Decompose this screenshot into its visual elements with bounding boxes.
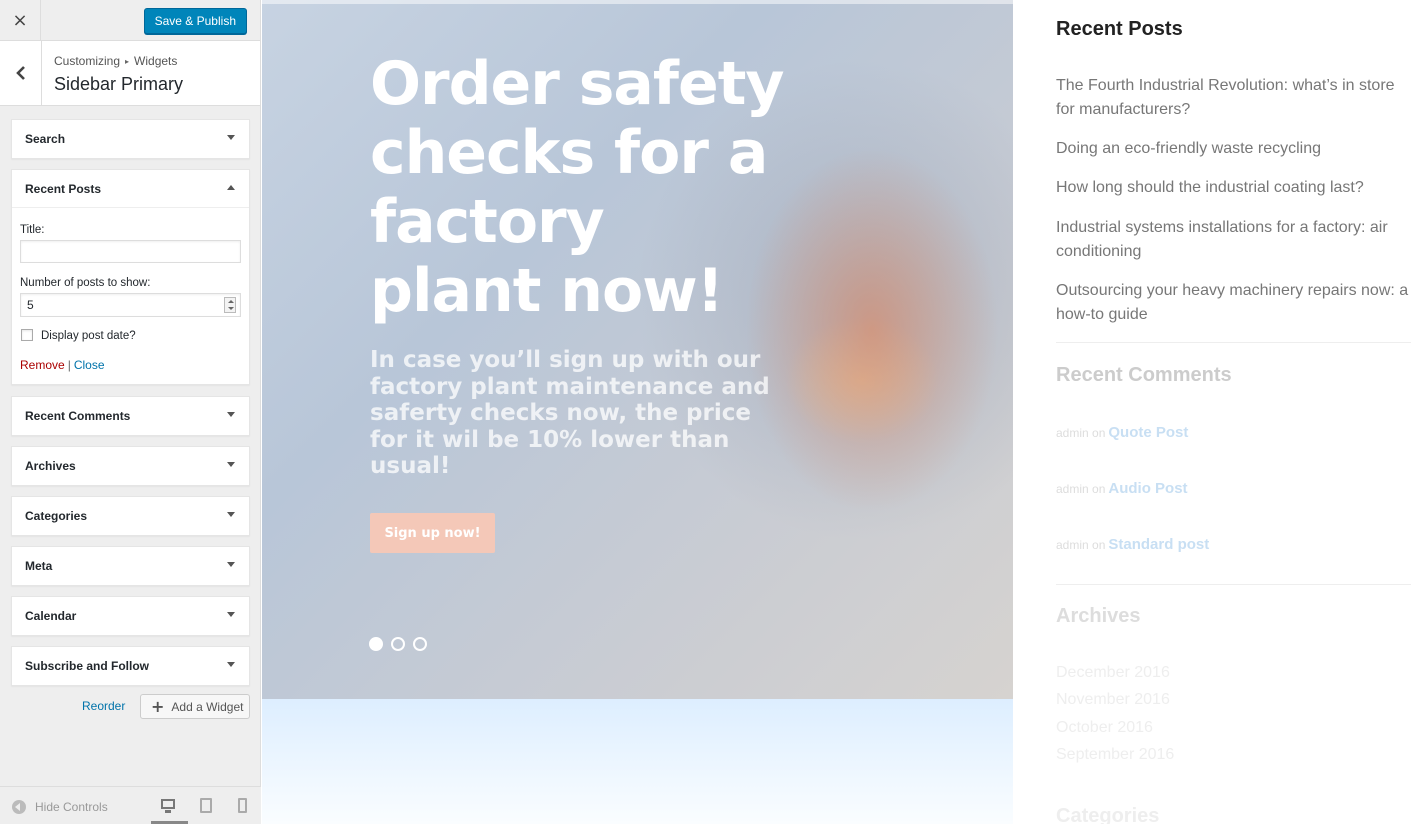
- expand-arrow-icon[interactable]: [227, 662, 235, 667]
- comment-author: admin: [1056, 426, 1089, 440]
- recent-post-link[interactable]: Outsourcing your heavy machinery repairs…: [1056, 279, 1411, 326]
- panel-header: Customizing ▸ Widgets Sidebar Primary: [0, 41, 260, 106]
- expand-arrow-icon[interactable]: [227, 412, 235, 417]
- display-date-checkbox[interactable]: [21, 329, 33, 341]
- link-separator: |: [67, 358, 71, 372]
- hero-title: Order safety checks for a factory plant …: [370, 49, 785, 326]
- recent-comment: admin on Quote Post: [1056, 424, 1188, 441]
- comment-author: admin: [1056, 538, 1089, 552]
- title-field-label: Title:: [20, 224, 45, 236]
- widget-subscribe-follow[interactable]: Subscribe and Follow: [11, 646, 250, 686]
- hero-slider: Order safety checks for a factory plant …: [262, 0, 1013, 699]
- panel-title: Sidebar Primary: [54, 74, 184, 94]
- divider: [1056, 584, 1411, 585]
- number-field-label: Number of posts to show:: [20, 277, 151, 289]
- widget-recent-posts[interactable]: Recent Posts Title: Number of posts to s…: [11, 169, 250, 385]
- customizer-controls: × Save & Publish Customizing ▸ Widgets Sid…: [0, 0, 261, 824]
- recent-post-link[interactable]: Doing an eco-friendly waste recycling: [1056, 137, 1411, 161]
- divider: [1056, 342, 1411, 343]
- categories-heading: Categories: [1056, 805, 1160, 824]
- close-customizer-button[interactable]: ×: [0, 0, 41, 41]
- widget-archives[interactable]: Archives: [11, 446, 250, 486]
- hide-controls-label: Hide Controls: [35, 800, 108, 814]
- mobile-preview-icon[interactable]: [236, 798, 252, 814]
- collapse-icon: [12, 800, 26, 814]
- site-preview: Order safety checks for a factory plant …: [262, 0, 1411, 824]
- widget-search[interactable]: Search: [11, 119, 250, 159]
- recent-post-link[interactable]: Industrial systems installations for a f…: [1056, 216, 1411, 263]
- tablet-preview-icon[interactable]: [199, 798, 215, 814]
- expand-arrow-icon[interactable]: [227, 612, 235, 617]
- display-date-label: Display post date?: [41, 330, 136, 342]
- sign-up-button[interactable]: Sign up now!: [370, 513, 495, 553]
- widget-recent-comments[interactable]: Recent Comments: [11, 396, 250, 436]
- back-button[interactable]: [0, 41, 42, 105]
- widget-title: Recent Posts: [25, 181, 102, 196]
- comment-on: on: [1092, 426, 1106, 440]
- close-link[interactable]: Close: [74, 358, 105, 372]
- hero-top-strip: [262, 0, 1013, 4]
- widget-links: Remove | Close: [20, 358, 105, 372]
- expand-arrow-icon[interactable]: [227, 462, 235, 467]
- save-publish-button[interactable]: Save & Publish: [143, 8, 247, 34]
- widget-title: Subscribe and Follow: [25, 659, 150, 673]
- comment-on: on: [1092, 538, 1106, 552]
- recent-posts-heading: Recent Posts: [1056, 18, 1183, 40]
- plus-icon: +: [151, 697, 165, 716]
- breadcrumb-separator-icon: ▸: [125, 57, 130, 66]
- comment-on: on: [1092, 482, 1106, 496]
- archive-link[interactable]: December 2016: [1056, 664, 1170, 682]
- archives-heading: Archives: [1056, 605, 1141, 627]
- desktop-preview-icon[interactable]: [160, 798, 176, 814]
- slider-dot-3[interactable]: [413, 637, 427, 651]
- remove-link[interactable]: Remove: [20, 358, 65, 372]
- add-widget-label: Add a Widget: [171, 699, 244, 714]
- customizer-header: × Save & Publish: [0, 0, 260, 41]
- archive-link[interactable]: October 2016: [1056, 719, 1153, 737]
- breadcrumb-root: Customizing: [54, 54, 121, 68]
- number-value: 5: [27, 298, 34, 312]
- widget-title: Meta: [25, 559, 53, 573]
- comment-post-link[interactable]: Standard post: [1108, 536, 1209, 553]
- widget-meta[interactable]: Meta: [11, 546, 250, 586]
- recent-comment: admin on Audio Post: [1056, 480, 1188, 497]
- widget-title: Categories: [25, 509, 88, 523]
- comment-post-link[interactable]: Audio Post: [1108, 480, 1187, 497]
- widget-form: Title: Number of posts to show: 5 Displa…: [12, 208, 249, 384]
- hero-subtitle: In case you’ll sign up with our factory …: [370, 347, 770, 479]
- content-area: [262, 699, 1013, 824]
- comment-author: admin: [1056, 482, 1089, 496]
- close-icon: ×: [12, 10, 28, 31]
- add-widget-button[interactable]: + Add a Widget: [140, 694, 250, 719]
- recent-post-link[interactable]: How long should the industrial coating l…: [1056, 176, 1411, 200]
- comment-post-link[interactable]: Quote Post: [1108, 424, 1188, 441]
- expand-arrow-icon[interactable]: [227, 562, 235, 567]
- recent-comment: admin on Standard post: [1056, 536, 1209, 553]
- number-stepper[interactable]: [224, 297, 236, 313]
- hide-controls-button[interactable]: Hide Controls: [12, 800, 108, 814]
- archive-link[interactable]: September 2016: [1056, 746, 1174, 764]
- customizer-footer: Hide Controls: [0, 786, 261, 824]
- number-of-posts-input[interactable]: 5: [20, 293, 241, 317]
- title-input[interactable]: [20, 240, 241, 263]
- slider-dot-2[interactable]: [391, 637, 405, 651]
- breadcrumb-section: Widgets: [134, 54, 178, 68]
- recent-post-link[interactable]: The Fourth Industrial Revolution: what’s…: [1056, 74, 1411, 121]
- widget-calendar[interactable]: Calendar: [11, 596, 250, 636]
- expand-arrow-icon[interactable]: [227, 512, 235, 517]
- archive-link[interactable]: November 2016: [1056, 691, 1170, 709]
- widget-title: Recent Comments: [25, 409, 131, 423]
- widget-title: Archives: [25, 459, 76, 473]
- reorder-link[interactable]: Reorder: [82, 699, 125, 713]
- expand-arrow-icon[interactable]: [227, 135, 235, 140]
- widget-title: Calendar: [25, 609, 77, 623]
- widget-categories[interactable]: Categories: [11, 496, 250, 536]
- preview-sidebar: Recent Posts The Fourth Industrial Revol…: [1013, 0, 1411, 824]
- slider-dot-1[interactable]: [369, 637, 383, 651]
- chevron-left-icon: [15, 66, 25, 80]
- collapse-arrow-icon[interactable]: [227, 185, 235, 190]
- widget-title: Search: [25, 132, 66, 146]
- breadcrumb: Customizing ▸ Widgets: [54, 54, 177, 68]
- recent-comments-heading: Recent Comments: [1056, 364, 1232, 386]
